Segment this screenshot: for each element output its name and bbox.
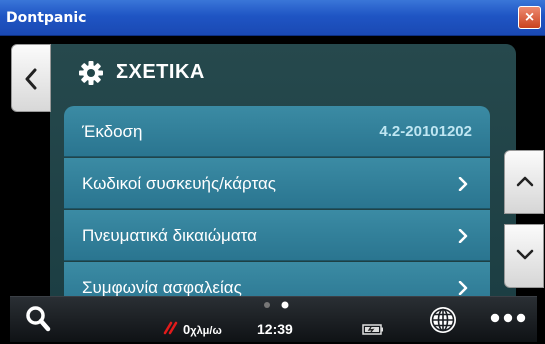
globe-icon[interactable] <box>428 305 458 335</box>
list-item-version[interactable]: Έκδοση 4.2-20101202 <box>64 106 490 157</box>
scroll-up-button[interactable] <box>504 150 544 214</box>
back-button[interactable] <box>11 44 51 112</box>
list-item-copyright[interactable]: Πνευματικά δικαιώματα <box>64 210 490 261</box>
window-titlebar: Dontpanic × <box>0 0 545 36</box>
chevron-right-icon <box>458 177 468 191</box>
chevron-right-icon <box>458 281 468 295</box>
list-item-label: Πνευματικά δικαιώματα <box>82 226 257 245</box>
speed-readout: 0χλμ/ω <box>183 322 222 337</box>
battery-icon <box>362 324 383 335</box>
list-item-label: Κωδικοί συσκευής/κάρτας <box>82 174 276 193</box>
chevron-left-icon <box>25 68 37 90</box>
clock: 12:39 <box>257 321 293 337</box>
list-item-label: Συμφωνία ασφαλείας <box>82 278 242 297</box>
about-list: Έκδοση 4.2-20101202 Κωδικοί συσκευής/κάρ… <box>64 106 490 313</box>
list-item-device-codes[interactable]: Κωδικοί συσκευής/κάρτας <box>64 158 490 209</box>
page-title: ΣΧΕΤΙΚΑ <box>116 61 205 83</box>
page-indicator <box>264 301 289 309</box>
window-title: Dontpanic <box>6 10 87 26</box>
more-options-icon[interactable] <box>490 313 526 323</box>
list-item-label: Έκδοση <box>82 122 143 141</box>
chevron-up-icon <box>516 176 534 187</box>
search-icon[interactable] <box>25 305 51 333</box>
close-icon: × <box>524 9 535 26</box>
chevron-down-icon <box>516 249 534 260</box>
gear-icon <box>79 61 103 85</box>
version-value: 4.2-20101202 <box>379 123 472 140</box>
scroll-down-button[interactable] <box>504 224 544 288</box>
chevron-right-icon <box>458 229 468 243</box>
close-button[interactable]: × <box>518 6 541 29</box>
speed-icon <box>163 321 178 335</box>
speed-unit: χλμ/ω <box>190 325 222 337</box>
